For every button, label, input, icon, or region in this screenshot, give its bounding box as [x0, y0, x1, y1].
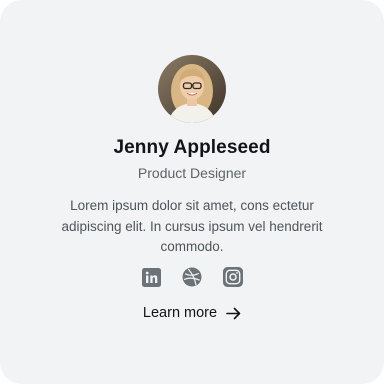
avatar: [158, 55, 226, 123]
dribbble-link[interactable]: [182, 267, 202, 287]
social-links: [0, 267, 384, 287]
linkedin-link[interactable]: [141, 267, 161, 287]
learn-more-label: Learn more: [142, 305, 218, 321]
linkedin-icon: [141, 267, 161, 287]
profile-name: Jenny Appleseed: [113, 137, 271, 158]
learn-more-link[interactable]: Learn more: [0, 305, 384, 321]
instagram-icon: [223, 267, 243, 287]
profile-role: Product Designer: [137, 165, 247, 181]
instagram-link[interactable]: [223, 267, 243, 287]
profile-bio: Lorem ipsum dolor sit amet, cons ectetur…: [61, 198, 323, 254]
arrow-right-icon: [226, 307, 241, 320]
dribbble-icon: [182, 267, 202, 287]
profile-card: Jenny Appleseed Product Designer Lorem i…: [0, 0, 384, 384]
